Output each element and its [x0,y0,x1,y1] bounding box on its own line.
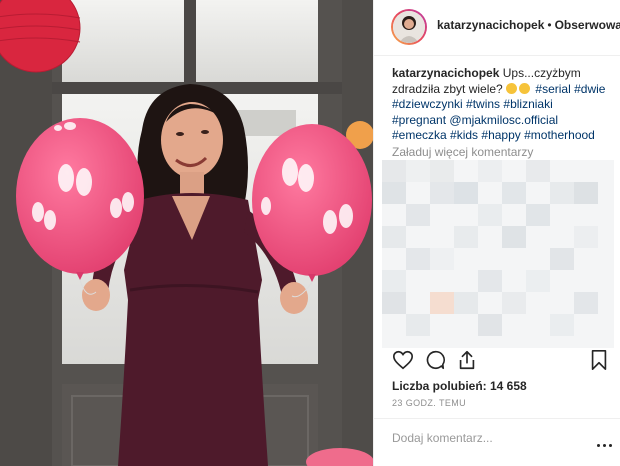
hashtag-link[interactable]: #serial [535,82,570,96]
heart-icon[interactable] [392,349,414,376]
header-separator: • [547,18,552,32]
hashtag-link[interactable]: #twins [466,97,500,111]
post-header: katarzynacichopek•Obserwowanie [374,0,620,56]
smirk-emoji-icon [506,82,518,94]
grin-emoji-icon [519,82,531,94]
post-side-panel: katarzynacichopek•Obserwowanie katarzyna… [373,0,620,466]
hashtag-link[interactable]: #pregnant [392,113,446,127]
post-timestamp[interactable]: 23 GODZ. TEMU [392,398,466,408]
pixelated-comments [382,160,614,348]
hashtag-link[interactable]: #dziewczynki [392,97,463,111]
caption-username[interactable]: katarzynacichopek [392,66,499,80]
avatar[interactable] [391,9,427,45]
share-icon[interactable] [456,349,478,376]
mention-link[interactable]: @mjakmilosc.official [449,113,558,127]
hashtag-link[interactable]: #dwie [574,82,605,96]
hashtag-link[interactable]: #kids [450,128,478,142]
likes-count[interactable]: Liczba polubień: 14 658 [392,379,527,393]
hashtag-link[interactable]: #blizniaki [503,97,552,111]
photo-illustration [0,0,373,466]
comment-icon[interactable] [424,349,446,376]
hashtag-link[interactable]: #emeczka [392,128,447,142]
post-caption: katarzynacichopek Ups...czyżbym zdradził… [392,66,610,144]
more-options-icon[interactable] [597,444,613,448]
comment-form: Dodaj komentarz... [374,418,620,466]
action-bar [388,349,610,375]
instagram-post: katarzynacichopek•Obserwowanie katarzyna… [0,0,620,466]
header-username[interactable]: katarzynacichopek [437,18,544,32]
blurred-comments-area [382,160,614,348]
post-photo[interactable] [0,0,373,466]
add-comment-input[interactable]: Dodaj komentarz... [392,431,493,445]
hashtag-link[interactable]: #motherhood [524,128,595,142]
load-more-comments-link[interactable]: Załaduj więcej komentarzy [392,145,533,159]
avatar-image [393,11,425,43]
follow-button[interactable]: Obserwowanie [555,18,620,32]
hashtag-link[interactable]: #happy [481,128,520,142]
bookmark-icon[interactable] [589,349,609,376]
